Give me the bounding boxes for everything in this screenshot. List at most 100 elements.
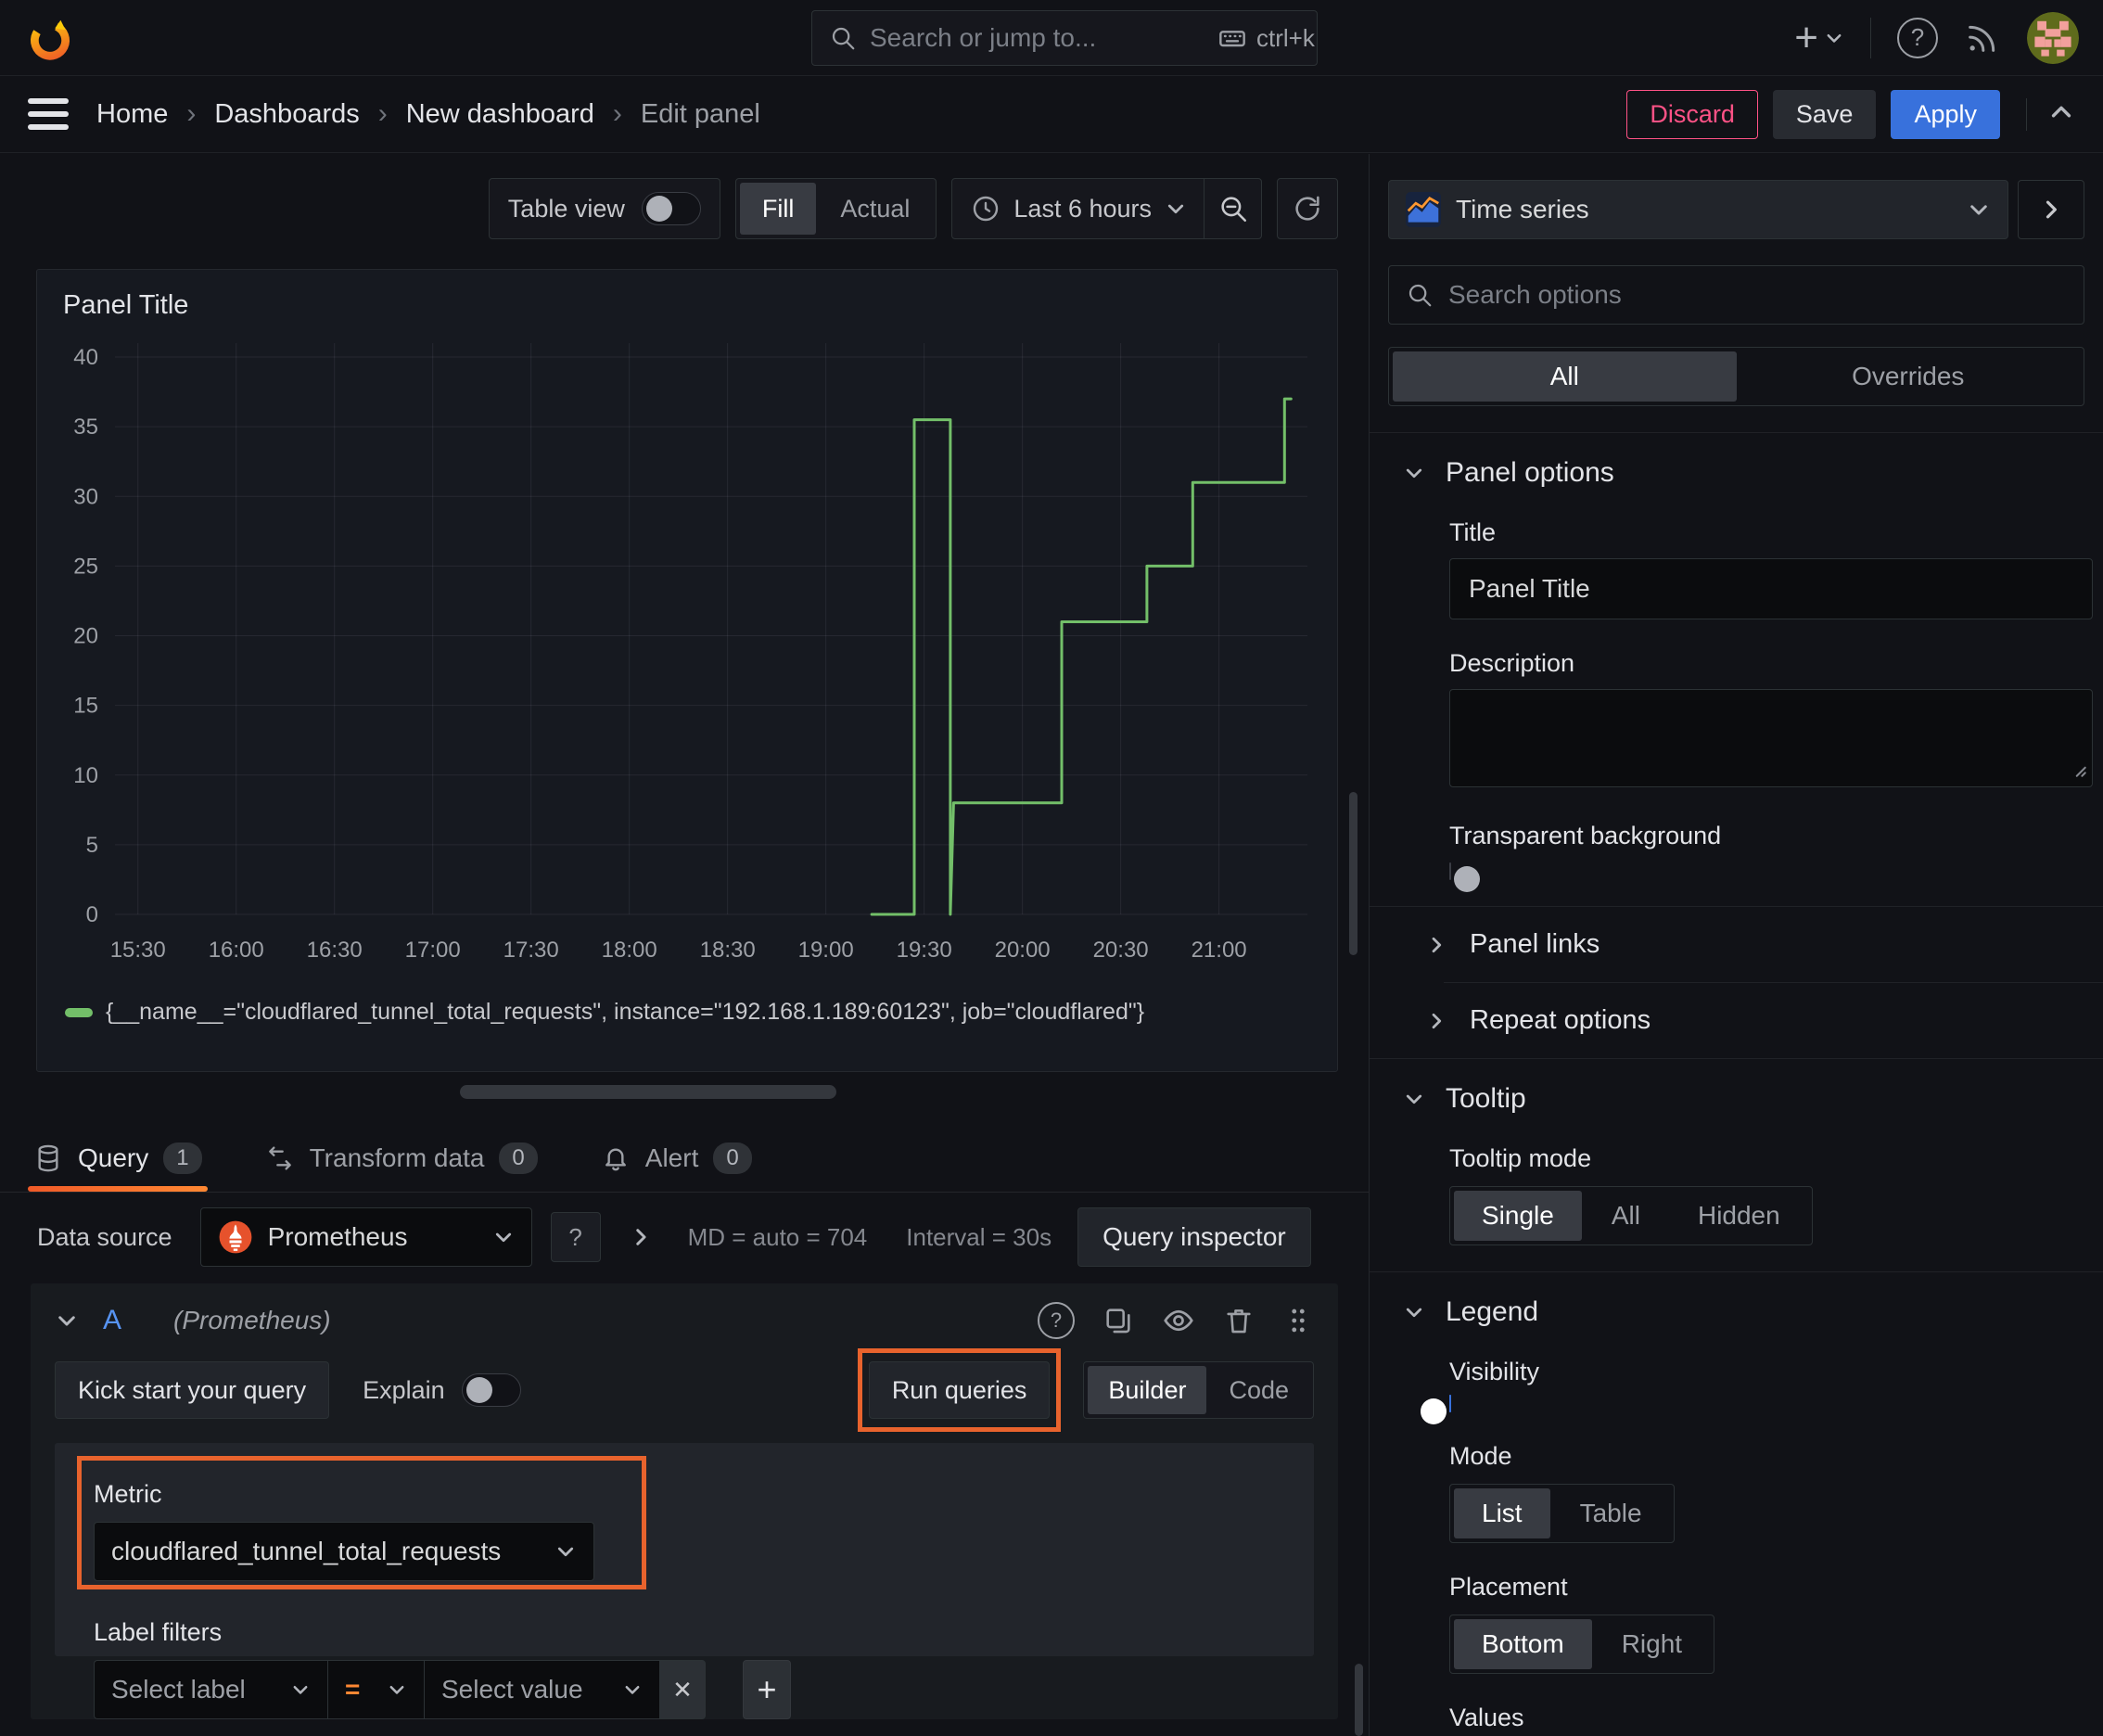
legend-section[interactable]: Legend: [1403, 1296, 2084, 1328]
explain-label: Explain: [363, 1375, 445, 1404]
svg-text:16:30: 16:30: [307, 938, 363, 963]
tab-transform-data[interactable]: Transform data 0: [260, 1124, 543, 1192]
panel-title-input[interactable]: [1449, 558, 2093, 619]
news-rss-icon[interactable]: [1964, 19, 2001, 57]
run-queries-button[interactable]: Run queries: [868, 1361, 1051, 1419]
options-search-input[interactable]: [1448, 280, 2067, 310]
divider: [1370, 1058, 2103, 1059]
chart-legend: {__name__="cloudflared_tunnel_total_requ…: [65, 999, 1313, 1026]
code-option[interactable]: Code: [1208, 1366, 1309, 1414]
datasource-help-button[interactable]: ?: [550, 1212, 601, 1262]
chevron-right-icon[interactable]: [629, 1225, 653, 1249]
tooltip-hidden-option[interactable]: Hidden: [1670, 1191, 1808, 1241]
tab-alert-label: Alert: [644, 1142, 699, 1172]
menu-toggle-icon[interactable]: [28, 98, 69, 130]
builder-option[interactable]: Builder: [1088, 1366, 1207, 1414]
zoom-out-button[interactable]: [1204, 179, 1261, 238]
resize-handle-icon[interactable]: [2071, 761, 2087, 783]
legend-bottom-option[interactable]: Bottom: [1454, 1619, 1592, 1669]
duplicate-icon[interactable]: [1102, 1305, 1134, 1336]
chart-panel: Panel Title 0 5 10 15 20 25 30 35 40 15:30 16:00 16…: [36, 269, 1338, 1072]
global-search-input[interactable]: [870, 23, 1204, 53]
explain-toggle[interactable]: [461, 1373, 521, 1407]
legend-visibility-toggle[interactable]: [1421, 1395, 1451, 1424]
drag-handle-icon[interactable]: [1282, 1305, 1314, 1336]
toggle-viz-picker-button[interactable]: [2018, 180, 2084, 239]
metric-select[interactable]: cloudflared_tunnel_total_requests: [94, 1522, 594, 1581]
save-button[interactable]: Save: [1772, 89, 1877, 139]
visualization-picker[interactable]: Time series: [1388, 180, 2008, 239]
add-menu-button[interactable]: +: [1794, 17, 1844, 58]
legend-series-name[interactable]: {__name__="cloudflared_tunnel_total_requ…: [106, 999, 1144, 1026]
tooltip-single-option[interactable]: Single: [1454, 1191, 1582, 1241]
legend-table-option[interactable]: Table: [1552, 1488, 1670, 1538]
tooltip-all-option[interactable]: All: [1584, 1191, 1668, 1241]
breadcrumb-home[interactable]: Home: [96, 99, 168, 130]
panel-title[interactable]: Panel Title: [63, 290, 1313, 321]
chevron-down-icon: [1403, 1088, 1425, 1110]
table-view-toggle[interactable]: [641, 192, 701, 225]
operator-dropdown[interactable]: =: [327, 1660, 424, 1719]
tooltip-mode-switch: Single All Hidden: [1449, 1186, 1813, 1245]
tab-alert[interactable]: Alert 0: [595, 1124, 758, 1192]
breadcrumb-dashboards[interactable]: Dashboards: [214, 99, 359, 130]
operator-value: =: [345, 1675, 361, 1704]
tab-overrides[interactable]: Overrides: [1737, 351, 2081, 402]
visualization-row: Time series: [1388, 180, 2084, 239]
legend-series-swatch[interactable]: [65, 1007, 93, 1017]
repeat-options-section[interactable]: Repeat options: [1425, 1005, 2084, 1036]
horizontal-scrollbar[interactable]: [460, 1085, 836, 1099]
transparent-bg-toggle[interactable]: [1449, 862, 1480, 892]
tab-all[interactable]: All: [1393, 351, 1737, 402]
breadcrumb-separator-icon: [378, 98, 388, 130]
fill-option[interactable]: Fill: [739, 183, 817, 235]
divider: [1444, 982, 2103, 983]
options-search[interactable]: [1388, 265, 2084, 325]
svg-text:17:30: 17:30: [503, 938, 559, 963]
time-range-picker[interactable]: Last 6 hours: [951, 178, 1262, 239]
query-editor-card: A (Prometheus) ? Kick start your query E…: [31, 1283, 1338, 1719]
vertical-scrollbar[interactable]: [1349, 792, 1357, 955]
legend-right-option[interactable]: Right: [1594, 1619, 1710, 1669]
svg-text:16:00: 16:00: [209, 938, 264, 963]
select-label-dropdown[interactable]: Select label: [94, 1660, 327, 1719]
description-textarea[interactable]: [1449, 689, 2093, 787]
add-filter-button[interactable]: [743, 1660, 791, 1719]
fill-actual-switch: Fill Actual: [734, 178, 937, 239]
tab-query[interactable]: Query 1: [28, 1124, 208, 1192]
kickstart-button[interactable]: Kick start your query: [55, 1361, 330, 1419]
datasource-picker[interactable]: Prometheus: [199, 1207, 532, 1267]
tooltip-section[interactable]: Tooltip: [1403, 1083, 2084, 1115]
discard-button[interactable]: Discard: [1626, 89, 1758, 139]
select-value-dropdown[interactable]: Select value: [424, 1660, 659, 1719]
query-row-header[interactable]: A (Prometheus) ?: [55, 1302, 1314, 1339]
legend-placement-label: Placement: [1449, 1573, 1568, 1601]
panel-links-section[interactable]: Panel links: [1425, 929, 2084, 960]
remove-filter-button[interactable]: [659, 1660, 706, 1719]
eye-icon[interactable]: [1162, 1304, 1195, 1337]
query-toolbar: Kick start your query Explain Run querie…: [55, 1348, 1314, 1432]
chevron-down-icon: [1403, 462, 1425, 484]
grafana-logo-icon[interactable]: [24, 12, 76, 64]
legend-list-option[interactable]: List: [1454, 1488, 1550, 1538]
timeseries-chart[interactable]: 0 5 10 15 20 25 30 35 40 15:30 16:00 16:30 17:00 17:3…: [61, 330, 1313, 989]
user-avatar[interactable]: [2027, 11, 2079, 64]
topbar-divider: [1870, 17, 1871, 58]
tab-alert-count: 0: [713, 1142, 752, 1174]
help-icon[interactable]: ?: [1897, 17, 1938, 58]
breadcrumb-new-dashboard[interactable]: New dashboard: [406, 99, 594, 130]
tab-transform-label: Transform data: [309, 1142, 485, 1172]
actual-option[interactable]: Actual: [818, 183, 932, 235]
refresh-button[interactable]: [1277, 178, 1338, 239]
options-filter-tabs: All Overrides: [1388, 347, 2084, 406]
panel-options-section[interactable]: Panel options: [1403, 457, 2084, 489]
breadcrumb-separator-icon: [186, 98, 196, 130]
query-help-icon[interactable]: ?: [1038, 1302, 1075, 1339]
apply-button[interactable]: Apply: [1891, 89, 2000, 139]
query-inspector-button[interactable]: Query inspector: [1077, 1207, 1311, 1267]
global-search[interactable]: ctrl+k: [811, 10, 1318, 66]
collapse-header-button[interactable]: [2026, 97, 2075, 131]
tab-query-label: Query: [78, 1142, 149, 1172]
chevron-down-icon[interactable]: [55, 1308, 79, 1333]
trash-icon[interactable]: [1223, 1305, 1255, 1336]
